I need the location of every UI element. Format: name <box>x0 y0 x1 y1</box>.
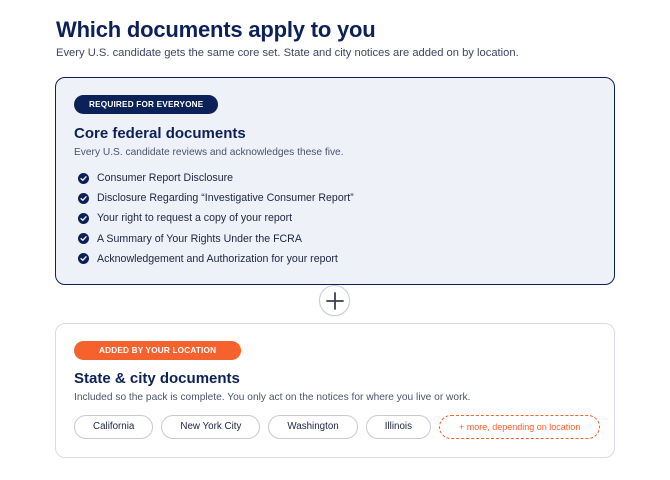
required-badge: REQUIRED FOR EVERYONE <box>74 95 219 114</box>
location-chip-california[interactable]: California <box>74 415 154 439</box>
location-card-title: State & city documents <box>74 370 240 387</box>
more-locations-chip[interactable]: + more, depending on location <box>438 415 601 439</box>
page-title: Which documents apply to you <box>56 17 376 42</box>
federal-documents-card: REQUIRED FOR EVERYONE Core federal docum… <box>55 77 615 285</box>
location-card-description: Included so the pack is complete. You on… <box>74 392 471 403</box>
check-circle-icon <box>78 253 89 265</box>
check-circle-icon <box>78 212 89 224</box>
federal-card-title: Core federal documents <box>74 125 246 142</box>
plus-icon <box>325 291 344 310</box>
document-label: Your right to request a copy of your rep… <box>97 212 293 225</box>
federal-document-list: Consumer Report Disclosure Disclosure Re… <box>78 168 354 269</box>
document-label: A Summary of Your Rights Under the FCRA <box>97 232 302 245</box>
location-chip-new-york-city[interactable]: New York City <box>161 415 261 439</box>
document-item: Your right to request a copy of your rep… <box>78 208 354 228</box>
check-circle-icon <box>78 233 89 245</box>
document-item: Disclosure Regarding “Investigative Cons… <box>78 188 354 208</box>
document-label: Consumer Report Disclosure <box>97 172 234 185</box>
location-badge: ADDED BY YOUR LOCATION <box>74 341 242 360</box>
document-item: Consumer Report Disclosure <box>78 168 354 188</box>
document-label: Disclosure Regarding “Investigative Cons… <box>97 192 354 205</box>
page: Which documents apply to you Every U.S. … <box>0 0 670 480</box>
location-chip-washington[interactable]: Washington <box>268 415 358 439</box>
document-item: Acknowledgement and Authorization for yo… <box>78 249 354 269</box>
document-item: A Summary of Your Rights Under the FCRA <box>78 229 354 249</box>
document-label: Acknowledgement and Authorization for yo… <box>97 252 338 265</box>
check-circle-icon <box>78 192 89 204</box>
plus-connector <box>319 285 350 316</box>
location-documents-card: ADDED BY YOUR LOCATION State & city docu… <box>55 323 615 458</box>
check-circle-icon <box>78 172 89 184</box>
location-chip-row: California New York City Washington Illi… <box>74 415 601 439</box>
page-subtitle: Every U.S. candidate gets the same core … <box>56 47 519 59</box>
location-chip-illinois[interactable]: Illinois <box>365 415 431 439</box>
federal-card-description: Every U.S. candidate reviews and acknowl… <box>74 147 344 158</box>
